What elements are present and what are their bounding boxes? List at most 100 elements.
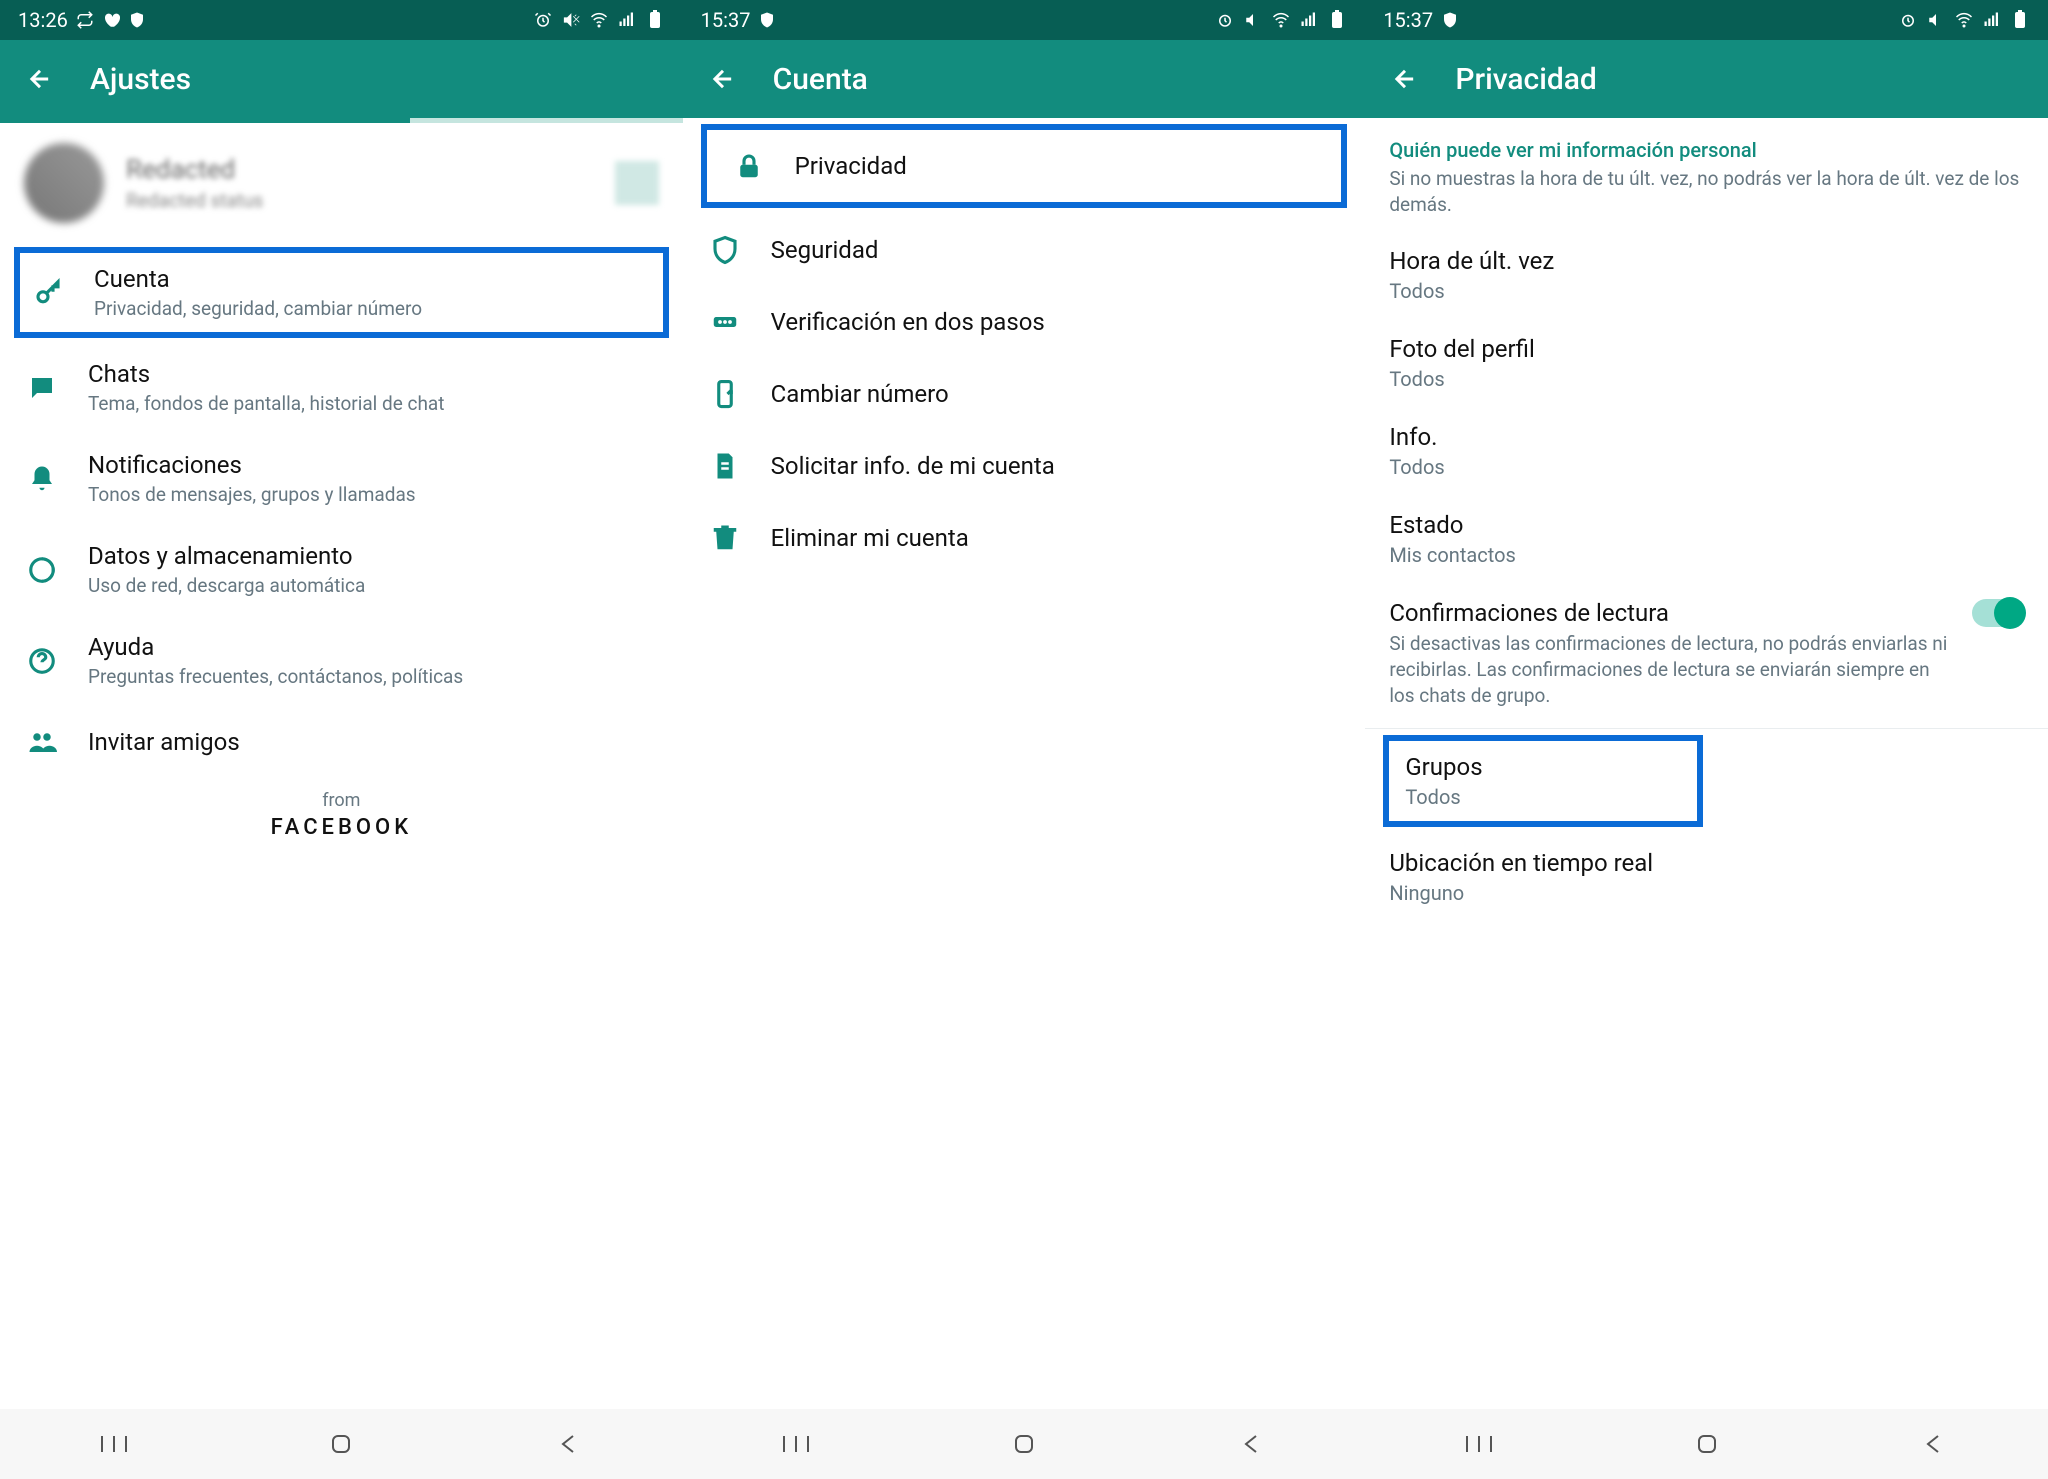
estado-value: Mis contactos <box>1389 543 2024 567</box>
alarm-icon <box>533 10 553 30</box>
key-icon <box>30 275 66 311</box>
solicitar-label: Solicitar info. de mi cuenta <box>771 452 1342 480</box>
row-ayuda[interactable]: Ayuda Preguntas frecuentes, contáctanos,… <box>0 615 683 706</box>
dospasos-label: Verificación en dos pasos <box>771 308 1342 336</box>
row-eliminar[interactable]: Eliminar mi cuenta <box>683 502 1366 574</box>
lectura-sub: Si desactivas las confirmaciones de lect… <box>1389 631 1954 708</box>
row-chats[interactable]: Chats Tema, fondos de pantalla, historia… <box>0 342 683 433</box>
wifi-icon <box>589 10 609 30</box>
nav-recent[interactable] <box>766 1424 826 1464</box>
back-button[interactable] <box>703 59 743 99</box>
section-sub: Si no muestras la hora de tu últ. vez, n… <box>1365 166 2048 231</box>
row-seguridad[interactable]: Seguridad <box>683 214 1366 286</box>
nav-home[interactable] <box>1677 1424 1737 1464</box>
nav-recent[interactable] <box>84 1424 144 1464</box>
invitar-label: Invitar amigos <box>88 728 659 756</box>
profile-status: Redacted status <box>126 189 593 212</box>
eliminar-label: Eliminar mi cuenta <box>771 524 1342 552</box>
app-header: Privacidad <box>1365 40 2048 118</box>
nav-back[interactable] <box>1222 1424 1282 1464</box>
qr-icon[interactable] <box>615 161 659 205</box>
chat-icon <box>24 370 60 406</box>
screen-cuenta: 15:37 Cuenta Privacidad <box>683 0 1366 1479</box>
row-datos[interactable]: Datos y almacenamiento Uso de red, desca… <box>0 524 683 615</box>
item-ubicacion[interactable]: Ubicación en tiempo real Ninguno <box>1365 833 2048 921</box>
nav-home[interactable] <box>311 1424 371 1464</box>
profile-row[interactable]: Redacted Redacted status <box>0 123 683 243</box>
datos-label: Datos y almacenamiento <box>88 542 659 570</box>
lastseen-label: Hora de últ. vez <box>1389 247 2024 275</box>
nav-recent[interactable] <box>1449 1424 1509 1464</box>
header-title: Ajustes <box>90 62 191 97</box>
row-notif[interactable]: Notificaciones Tonos de mensajes, grupos… <box>0 433 683 524</box>
cuenta-sub: Privacidad, seguridad, cambiar número <box>94 297 653 320</box>
header-title: Privacidad <box>1455 62 1597 97</box>
item-info[interactable]: Info. Todos <box>1365 407 2048 495</box>
notif-sub: Tonos de mensajes, grupos y llamadas <box>88 483 659 506</box>
privacidad-label: Privacidad <box>795 152 1318 180</box>
screen-ajustes: 13:26 Ajustes Re <box>0 0 683 1479</box>
item-estado[interactable]: Estado Mis contactos <box>1365 495 2048 583</box>
highlight-privacidad: Privacidad <box>701 124 1348 208</box>
item-grupos[interactable]: Grupos Todos <box>1389 741 1697 821</box>
back-button[interactable] <box>1385 59 1425 99</box>
signal-icon <box>1982 10 2002 30</box>
alarm-icon <box>1215 10 1235 30</box>
ayuda-label: Ayuda <box>88 633 659 661</box>
chats-label: Chats <box>88 360 659 388</box>
wifi-icon <box>1271 10 1291 30</box>
trash-icon <box>707 520 743 556</box>
signal-icon <box>1299 10 1319 30</box>
mute-icon <box>1243 10 1263 30</box>
status-bar: 13:26 <box>0 0 683 40</box>
read-receipts-toggle[interactable] <box>1972 599 2024 627</box>
android-navbar <box>1365 1409 2048 1479</box>
estado-label: Estado <box>1389 511 2024 539</box>
cuenta-label: Cuenta <box>94 265 653 293</box>
lectura-label: Confirmaciones de lectura <box>1389 599 1954 627</box>
lock-icon <box>731 148 767 184</box>
wifi-icon <box>1954 10 1974 30</box>
item-lastseen[interactable]: Hora de últ. vez Todos <box>1365 231 2048 319</box>
shield-icon <box>128 11 146 29</box>
help-icon <box>24 643 60 679</box>
back-button[interactable] <box>20 59 60 99</box>
profile-name: Redacted <box>126 155 593 185</box>
app-header: Cuenta <box>683 40 1366 118</box>
section-title: Quién puede ver mi información personal <box>1365 118 2048 166</box>
row-privacidad[interactable]: Privacidad <box>707 130 1342 202</box>
row-solicitar[interactable]: Solicitar info. de mi cuenta <box>683 430 1366 502</box>
data-usage-icon <box>24 552 60 588</box>
lastseen-value: Todos <box>1389 279 2024 303</box>
status-time: 15:37 <box>701 8 751 32</box>
header-title: Cuenta <box>773 62 868 97</box>
app-header: Ajustes <box>0 40 683 118</box>
item-foto[interactable]: Foto del perfil Todos <box>1365 319 2048 407</box>
row-cambiar[interactable]: Cambiar número <box>683 358 1366 430</box>
datos-sub: Uso de red, descarga automática <box>88 574 659 597</box>
nav-back[interactable] <box>539 1424 599 1464</box>
status-time: 13:26 <box>18 8 68 32</box>
grupos-value: Todos <box>1405 785 1681 809</box>
android-navbar <box>0 1409 683 1479</box>
item-lectura[interactable]: Confirmaciones de lectura Si desactivas … <box>1365 583 2048 724</box>
shield-outline-icon <box>707 232 743 268</box>
row-invitar[interactable]: Invitar amigos <box>0 706 683 778</box>
info-label: Info. <box>1389 423 2024 451</box>
battery-icon <box>2010 10 2030 30</box>
shield-icon <box>1441 11 1459 29</box>
android-navbar <box>683 1409 1366 1479</box>
ayuda-sub: Preguntas frecuentes, contáctanos, polít… <box>88 665 659 688</box>
row-dospasos[interactable]: Verificación en dos pasos <box>683 286 1366 358</box>
nav-home[interactable] <box>994 1424 1054 1464</box>
alarm-icon <box>1898 10 1918 30</box>
foto-label: Foto del perfil <box>1389 335 2024 363</box>
nav-back[interactable] <box>1904 1424 1964 1464</box>
mute-icon <box>561 10 581 30</box>
notif-label: Notificaciones <box>88 451 659 479</box>
highlight-grupos: Grupos Todos <box>1383 735 1703 827</box>
footer-brand: FACEBOOK <box>0 815 683 870</box>
chats-sub: Tema, fondos de pantalla, historial de c… <box>88 392 659 415</box>
status-bar: 15:37 <box>683 0 1366 40</box>
row-cuenta[interactable]: Cuenta Privacidad, seguridad, cambiar nú… <box>30 265 653 320</box>
